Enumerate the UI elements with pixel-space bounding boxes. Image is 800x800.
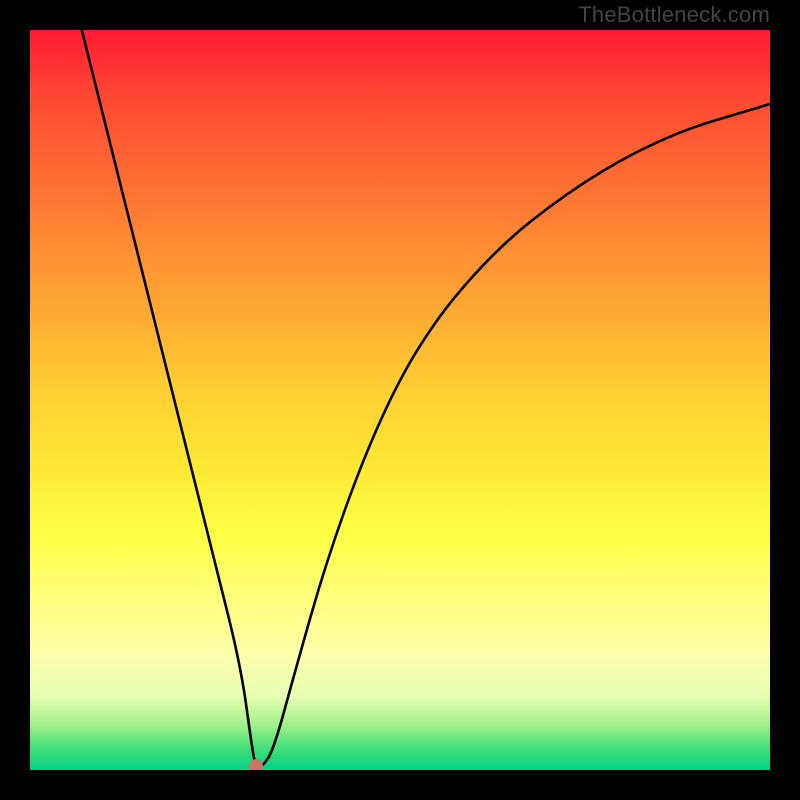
minimum-marker-icon xyxy=(249,759,263,770)
chart-frame xyxy=(30,30,770,770)
bottleneck-curve xyxy=(30,30,770,770)
watermark-text: TheBottleneck.com xyxy=(578,2,770,28)
